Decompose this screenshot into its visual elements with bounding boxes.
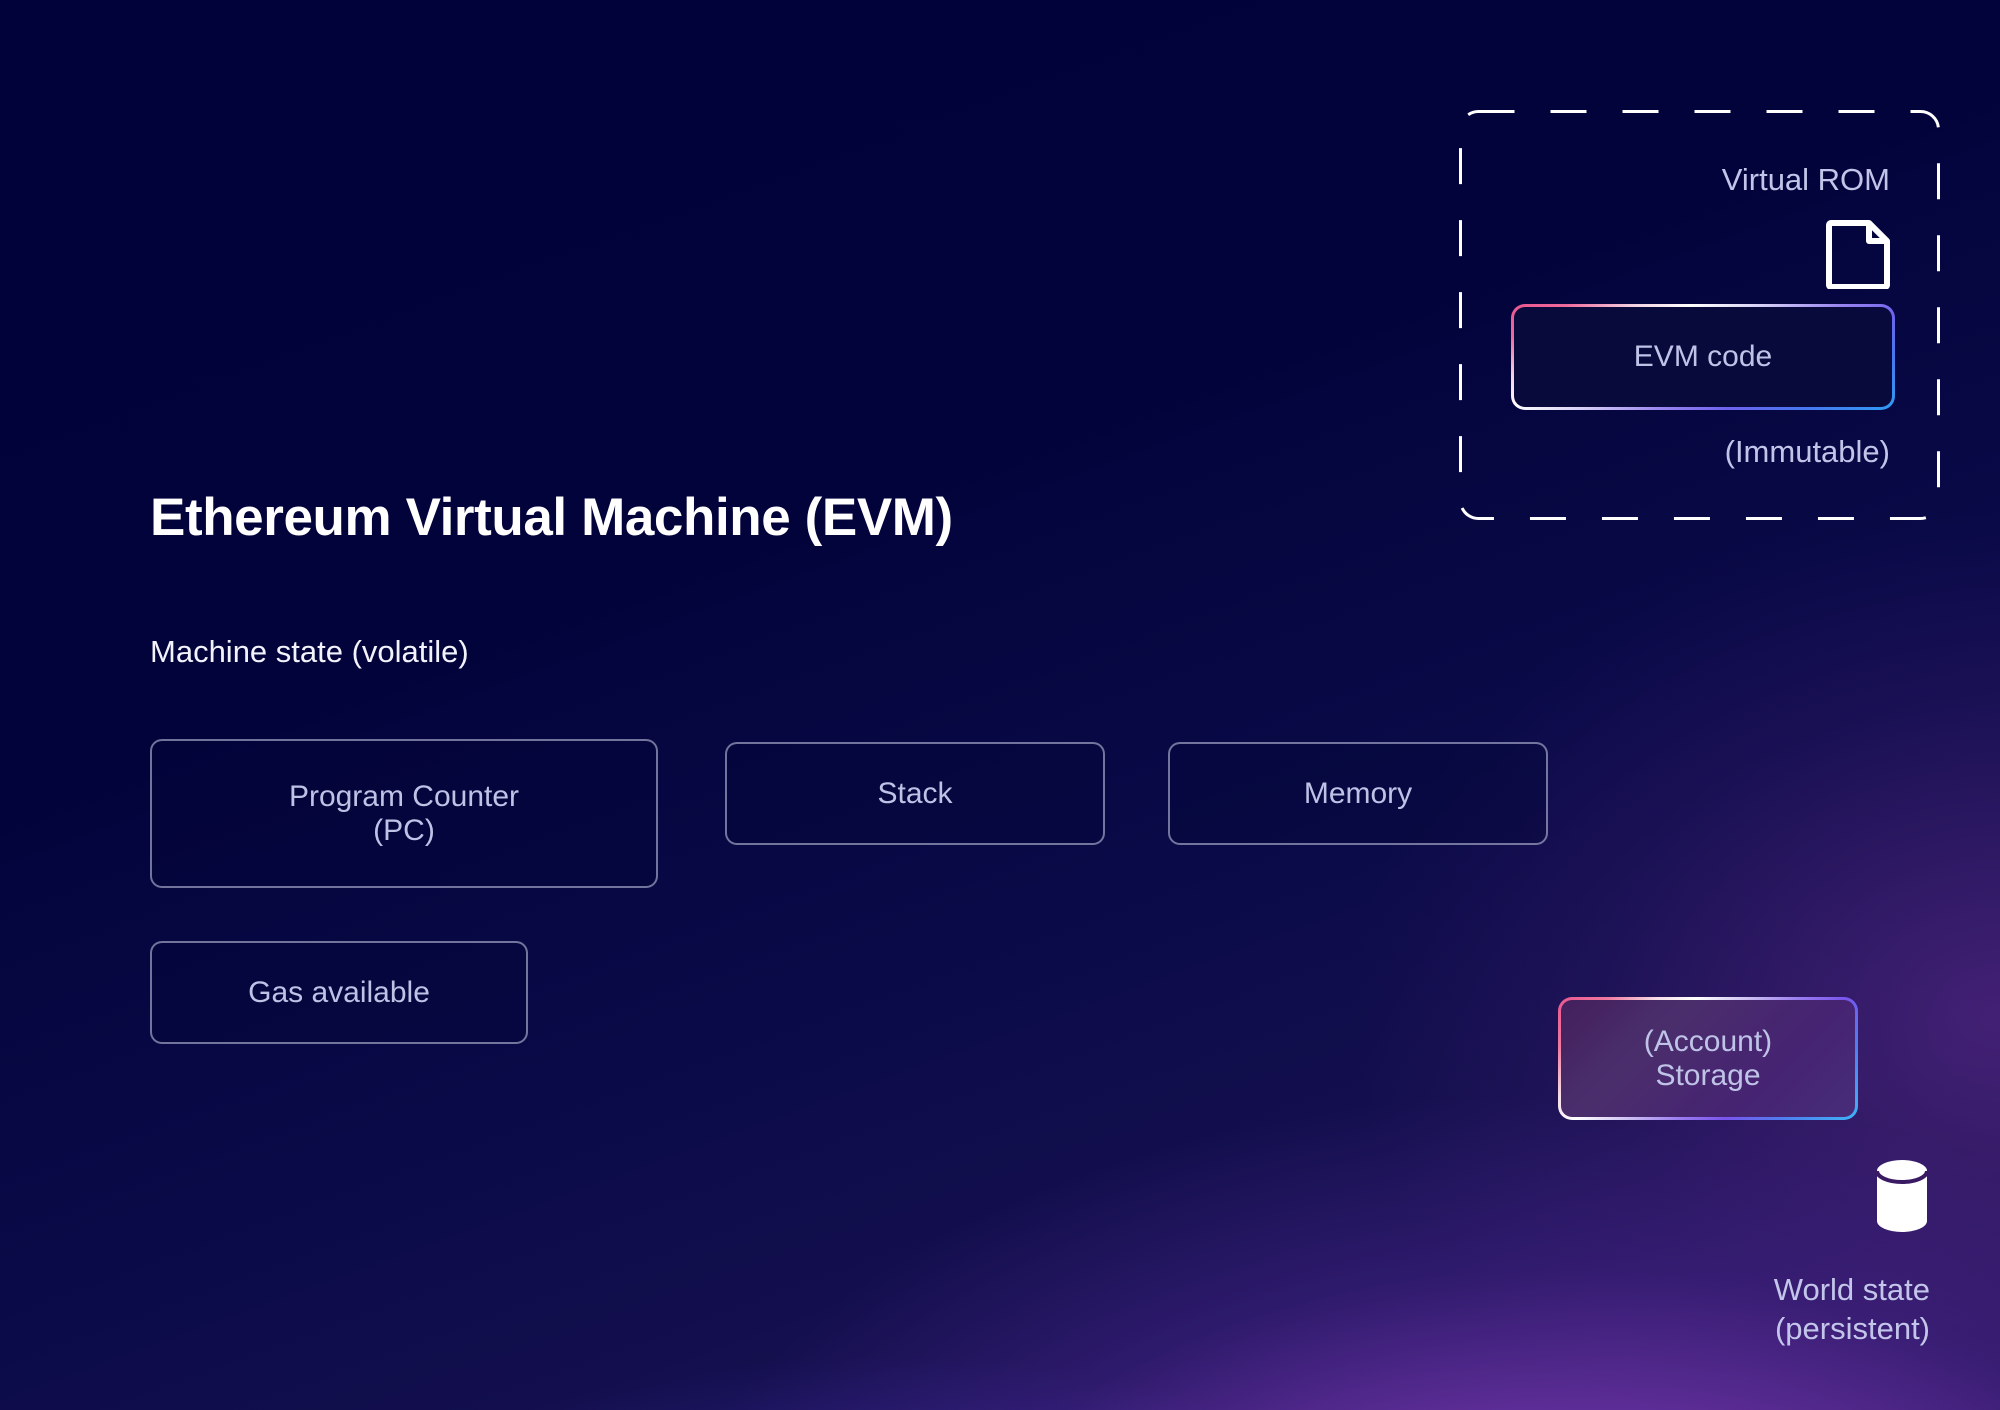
account-storage-box[interactable]: (Account) Storage	[1558, 997, 1858, 1120]
world-state-line-2: (persistent)	[1774, 1311, 1930, 1347]
page-title: Ethereum Virtual Machine (EVM)	[150, 488, 953, 547]
virtual-rom-title: Virtual ROM	[1721, 162, 1890, 197]
program-counter-box[interactable]: Program Counter (PC)	[150, 739, 658, 888]
program-counter-line-2: (PC)	[373, 813, 435, 847]
virtual-rom-immutable-note: (Immutable)	[1724, 434, 1890, 469]
world-state-caption: World state (persistent)	[1480, 1270, 1930, 1348]
account-storage-box-label: (Account) Storage	[1561, 1000, 1855, 1117]
database-cylinder-icon	[1874, 1157, 1930, 1235]
gas-available-box[interactable]: Gas available	[150, 941, 528, 1044]
evm-code-box[interactable]: EVM code	[1511, 304, 1895, 410]
memory-box[interactable]: Memory	[1168, 742, 1548, 845]
evm-code-box-label: EVM code	[1514, 307, 1892, 407]
stack-box[interactable]: Stack	[725, 742, 1105, 845]
machine-state-subtitle: Machine state (volatile)	[150, 634, 469, 669]
evm-diagram-canvas: Virtual ROM EVM code (Immutable) Ethereu…	[0, 0, 2000, 1410]
program-counter-line-1: Program Counter	[288, 779, 520, 813]
program-counter-box-label: Program Counter (PC)	[289, 780, 519, 847]
world-state-line-1: World state	[1773, 1272, 1930, 1307]
account-storage-line-2: Storage	[1655, 1058, 1761, 1092]
account-storage-line-1: (Account)	[1643, 1024, 1773, 1058]
document-icon	[1826, 219, 1892, 289]
